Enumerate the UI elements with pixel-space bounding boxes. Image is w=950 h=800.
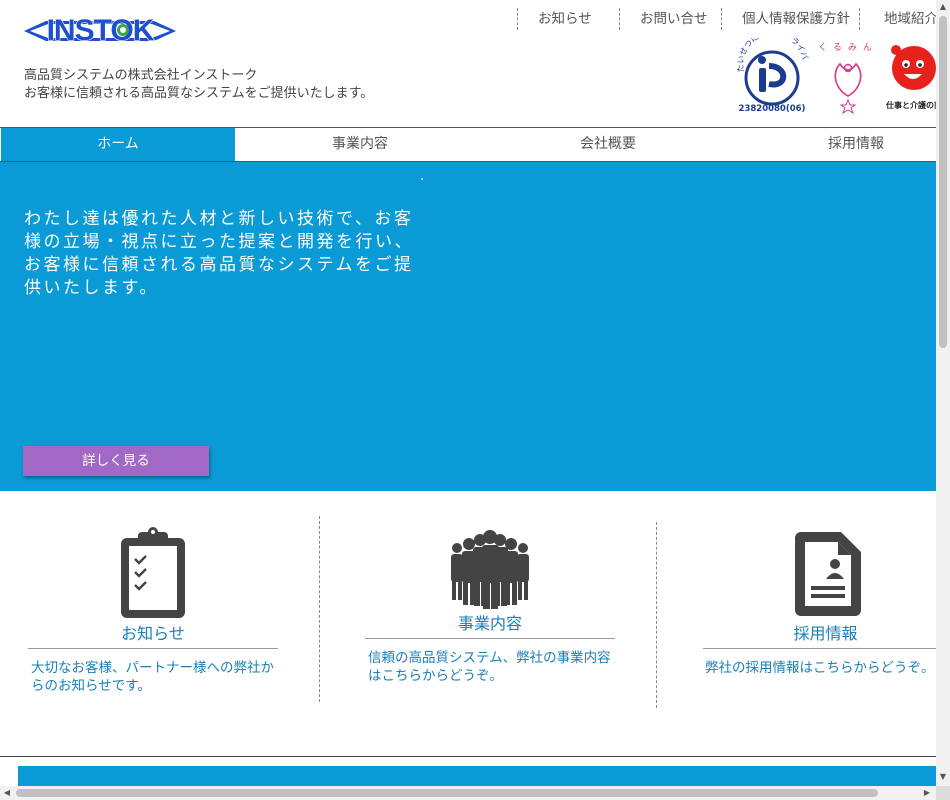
scrollbar-corner [936, 786, 950, 800]
top-link-news[interactable]: お知らせ [517, 8, 619, 30]
resume-document-icon [795, 532, 861, 616]
hero-message: わたし達は優れた人材と新しい技術で、お客様の立場・視点に立った提案と開発を行い、… [24, 209, 414, 298]
card-description: 弊社の採用情報はこちらからどうぞ。 [705, 660, 935, 676]
nav-item-recruit[interactable]: 採用情報 [731, 128, 950, 161]
horizontal-scrollbar[interactable]: ◀ ▶ [0, 786, 936, 800]
section-divider [0, 756, 936, 757]
svg-text:23820080(06): 23820080(06) [739, 104, 806, 114]
company-subtagline: お客様に信頼される高品質なシステムをご提供いたします。 [24, 86, 374, 101]
scroll-left-icon[interactable]: ◀ [2, 788, 12, 798]
top-link-contact[interactable]: お問い合せ [619, 8, 721, 30]
card-news[interactable]: お知らせ 大切なお客様、パートナー様への弊社からのお知らせです。 [28, 526, 278, 695]
care-support-mark-icon[interactable]: 仕事と介護の両立 [884, 38, 936, 114]
privacy-mark-icon[interactable]: たいせつにしますプライバシー 23820080(06) [736, 38, 810, 114]
scroll-right-icon[interactable]: ▶ [922, 788, 932, 798]
card-divider [656, 522, 657, 708]
clipboard-checklist-icon [121, 527, 185, 618]
vertical-scrollbar[interactable]: ▲ ▼ [936, 0, 950, 786]
nav-item-business[interactable]: 事業内容 [235, 128, 485, 161]
top-link-privacy-policy[interactable]: 個人情報保護方針 [721, 8, 859, 30]
instok-logo[interactable]: INSTOK [24, 12, 176, 50]
svg-text:仕事と介護の両立: 仕事と介護の両立 [885, 100, 936, 110]
nav-item-home[interactable]: ホーム [1, 128, 235, 161]
card-recruit[interactable]: 採用情報 弊社の採用情報はこちらからどうぞ。 [703, 530, 948, 677]
card-title[interactable]: 事業内容 [365, 612, 615, 636]
top-links: お知らせ お問い合せ 個人情報保護方針 地域紹介 [517, 8, 936, 30]
card-business[interactable]: 事業内容 信頼の高品質システム、弊社の事業内容はこちらからどうぞ。 [365, 530, 615, 685]
main-nav: ホーム 事業内容 会社概要 採用情報 [0, 127, 936, 162]
details-button[interactable]: 詳しく見る [23, 446, 209, 476]
svg-text:くるみん: くるみん [820, 42, 876, 53]
scroll-down-icon[interactable]: ▼ [938, 772, 948, 782]
card-title[interactable]: 採用情報 [703, 622, 948, 646]
card-title[interactable]: お知らせ [28, 622, 278, 646]
horizontal-scroll-thumb[interactable] [16, 789, 878, 797]
top-link-region[interactable]: 地域紹介 [859, 8, 936, 30]
card-description: 大切なお客様、パートナー様への弊社からのお知らせです。 [31, 660, 274, 694]
card-description: 信頼の高品質システム、弊社の事業内容はこちらからどうぞ。 [368, 650, 611, 684]
company-tagline: 高品質システムの株式会社インストーク [24, 68, 258, 83]
hero-dot [421, 178, 423, 180]
nav-item-company[interactable]: 会社概要 [485, 128, 731, 161]
hero-banner: わたし達は優れた人材と新しい技術で、お客様の立場・視点に立った提案と開発を行い、… [0, 162, 936, 491]
kurumin-mark-icon[interactable]: くるみん [820, 38, 876, 114]
svg-text:INSTOK: INSTOK [47, 14, 155, 47]
site-header: INSTOK 高品質システムの株式会社インストーク お客様に信頼される高品質なシ… [0, 0, 936, 127]
card-divider [319, 516, 320, 702]
vertical-scroll-thumb[interactable] [939, 16, 947, 348]
people-group-icon [451, 530, 529, 609]
footer-band [18, 766, 936, 786]
scroll-up-icon[interactable]: ▲ [938, 2, 948, 12]
